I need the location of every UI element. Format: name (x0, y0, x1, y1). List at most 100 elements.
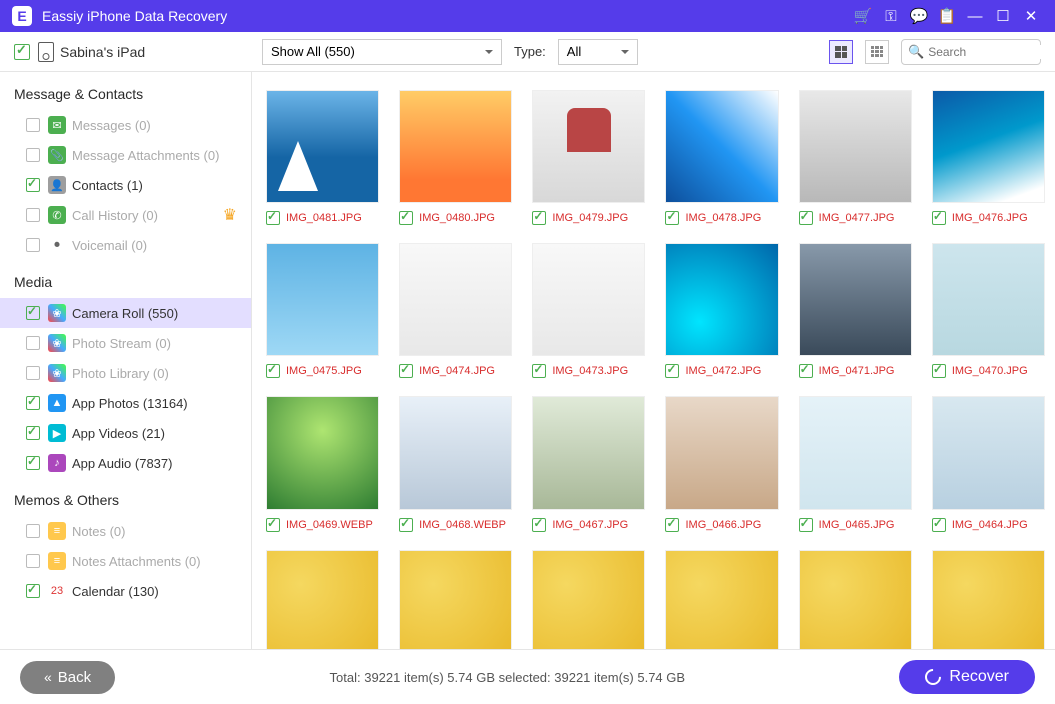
sidebar-item[interactable]: ≡Notes (0) (0, 516, 251, 546)
search-box[interactable]: 🔍 (901, 39, 1041, 65)
thumbnail-image[interactable] (932, 396, 1045, 509)
sidebar-item[interactable]: ⏺Voicemail (0) (0, 230, 251, 260)
thumbnail-image[interactable] (932, 243, 1045, 356)
close-button[interactable]: ✕ (1019, 4, 1043, 28)
thumbnail-image[interactable] (799, 396, 912, 509)
thumbnail-image[interactable] (399, 396, 512, 509)
thumbnail-checkbox[interactable] (665, 518, 679, 532)
item-checkbox[interactable] (26, 178, 40, 192)
sidebar-item[interactable]: ≡Notes Attachments (0) (0, 546, 251, 576)
thumbnail[interactable]: IMG_0464.JPG (932, 396, 1045, 531)
thumbnail[interactable]: IMG_0472.JPG (665, 243, 778, 378)
key-icon[interactable]: ⚿ (879, 4, 903, 28)
thumbnail-checkbox[interactable] (665, 364, 679, 378)
thumbnail-image[interactable] (532, 550, 645, 649)
sidebar-item[interactable]: ❀Camera Roll (550) (0, 298, 251, 328)
thumbnail-image[interactable] (532, 243, 645, 356)
thumbnail-image[interactable] (932, 550, 1045, 649)
thumbnail[interactable]: IMG_0470.JPG (932, 243, 1045, 378)
thumbnail[interactable]: IMG_0466.JPG (665, 396, 778, 531)
thumbnail-checkbox[interactable] (532, 518, 546, 532)
sidebar-item[interactable]: ▲App Photos (13164) (0, 388, 251, 418)
thumbnail[interactable]: IMG_0476.JPG (932, 90, 1045, 225)
thumbnail[interactable] (799, 550, 912, 649)
recover-button[interactable]: Recover (899, 660, 1035, 694)
thumbnail-image[interactable] (532, 396, 645, 509)
thumbnail[interactable] (399, 550, 512, 649)
thumbnail-checkbox[interactable] (799, 211, 813, 225)
thumbnail[interactable] (266, 550, 379, 649)
item-checkbox[interactable] (26, 336, 40, 350)
thumbnail[interactable] (532, 550, 645, 649)
type-filter-select[interactable]: All (558, 39, 638, 65)
thumbnail-image[interactable] (266, 396, 379, 509)
thumbnail-image[interactable] (665, 396, 778, 509)
item-checkbox[interactable] (26, 396, 40, 410)
thumbnail-image[interactable] (799, 90, 912, 203)
thumbnail-checkbox[interactable] (932, 364, 946, 378)
thumbnail-image[interactable] (399, 90, 512, 203)
sidebar-item[interactable]: ❀Photo Library (0) (0, 358, 251, 388)
item-checkbox[interactable] (26, 238, 40, 252)
thumbnail-checkbox[interactable] (799, 364, 813, 378)
sidebar-item[interactable]: 📎Message Attachments (0) (0, 140, 251, 170)
thumbnail-image[interactable] (266, 90, 379, 203)
thumbnail-checkbox[interactable] (266, 211, 280, 225)
item-checkbox[interactable] (26, 456, 40, 470)
thumbnail-checkbox[interactable] (399, 518, 413, 532)
back-button[interactable]: « Back (20, 661, 115, 694)
sidebar-item[interactable]: ▶App Videos (21) (0, 418, 251, 448)
thumbnail-image[interactable] (799, 550, 912, 649)
cart-icon[interactable]: 🛒 (851, 4, 875, 28)
thumbnail-image[interactable] (532, 90, 645, 203)
thumbnail[interactable]: IMG_0474.JPG (399, 243, 512, 378)
thumbnail[interactable]: IMG_0477.JPG (799, 90, 912, 225)
thumbnail[interactable]: IMG_0473.JPG (532, 243, 645, 378)
item-checkbox[interactable] (26, 584, 40, 598)
item-checkbox[interactable] (26, 148, 40, 162)
thumbnail[interactable]: IMG_0467.JPG (532, 396, 645, 531)
thumbnail[interactable] (932, 550, 1045, 649)
thumbnail-image[interactable] (399, 243, 512, 356)
item-checkbox[interactable] (26, 208, 40, 222)
search-input[interactable] (928, 45, 1055, 59)
thumbnail[interactable]: IMG_0468.WEBP (399, 396, 512, 531)
thumbnail-checkbox[interactable] (399, 211, 413, 225)
thumbnail[interactable] (665, 550, 778, 649)
thumbnail-checkbox[interactable] (532, 364, 546, 378)
show-filter-select[interactable]: Show All (550) (262, 39, 502, 65)
thumbnail-image[interactable] (399, 550, 512, 649)
chat-icon[interactable]: 💬 (907, 4, 931, 28)
thumbnail-checkbox[interactable] (266, 518, 280, 532)
item-checkbox[interactable] (26, 306, 40, 320)
minimize-button[interactable]: — (963, 4, 987, 28)
thumbnail-image[interactable] (932, 90, 1045, 203)
thumbnail-checkbox[interactable] (799, 518, 813, 532)
thumbnail[interactable]: IMG_0478.JPG (665, 90, 778, 225)
thumbnail-image[interactable] (665, 90, 778, 203)
sidebar-item[interactable]: ❀Photo Stream (0) (0, 328, 251, 358)
thumbnail-image[interactable] (266, 550, 379, 649)
thumbnail[interactable]: IMG_0469.WEBP (266, 396, 379, 531)
sidebar-item[interactable]: 👤Contacts (1) (0, 170, 251, 200)
item-checkbox[interactable] (26, 118, 40, 132)
thumbnail-checkbox[interactable] (532, 211, 546, 225)
thumbnail-checkbox[interactable] (665, 211, 679, 225)
sidebar-item[interactable]: ✉Messages (0) (0, 110, 251, 140)
thumbnail-checkbox[interactable] (932, 211, 946, 225)
thumbnail[interactable]: IMG_0480.JPG (399, 90, 512, 225)
thumbnail-image[interactable] (266, 243, 379, 356)
thumbnail-grid-wrapper[interactable]: IMG_0481.JPGIMG_0480.JPGIMG_0479.JPGIMG_… (252, 72, 1055, 649)
thumbnail-checkbox[interactable] (932, 518, 946, 532)
sidebar-item[interactable]: ♪App Audio (7837) (0, 448, 251, 478)
list-view-button[interactable] (865, 40, 889, 64)
thumbnail[interactable]: IMG_0465.JPG (799, 396, 912, 531)
thumbnail[interactable]: IMG_0475.JPG (266, 243, 379, 378)
thumbnail-image[interactable] (799, 243, 912, 356)
thumbnail-checkbox[interactable] (399, 364, 413, 378)
maximize-button[interactable]: ☐ (991, 4, 1015, 28)
device-checkbox[interactable] (14, 44, 30, 60)
sidebar[interactable]: Message & Contacts✉Messages (0)📎Message … (0, 72, 252, 649)
item-checkbox[interactable] (26, 554, 40, 568)
thumbnail-checkbox[interactable] (266, 364, 280, 378)
